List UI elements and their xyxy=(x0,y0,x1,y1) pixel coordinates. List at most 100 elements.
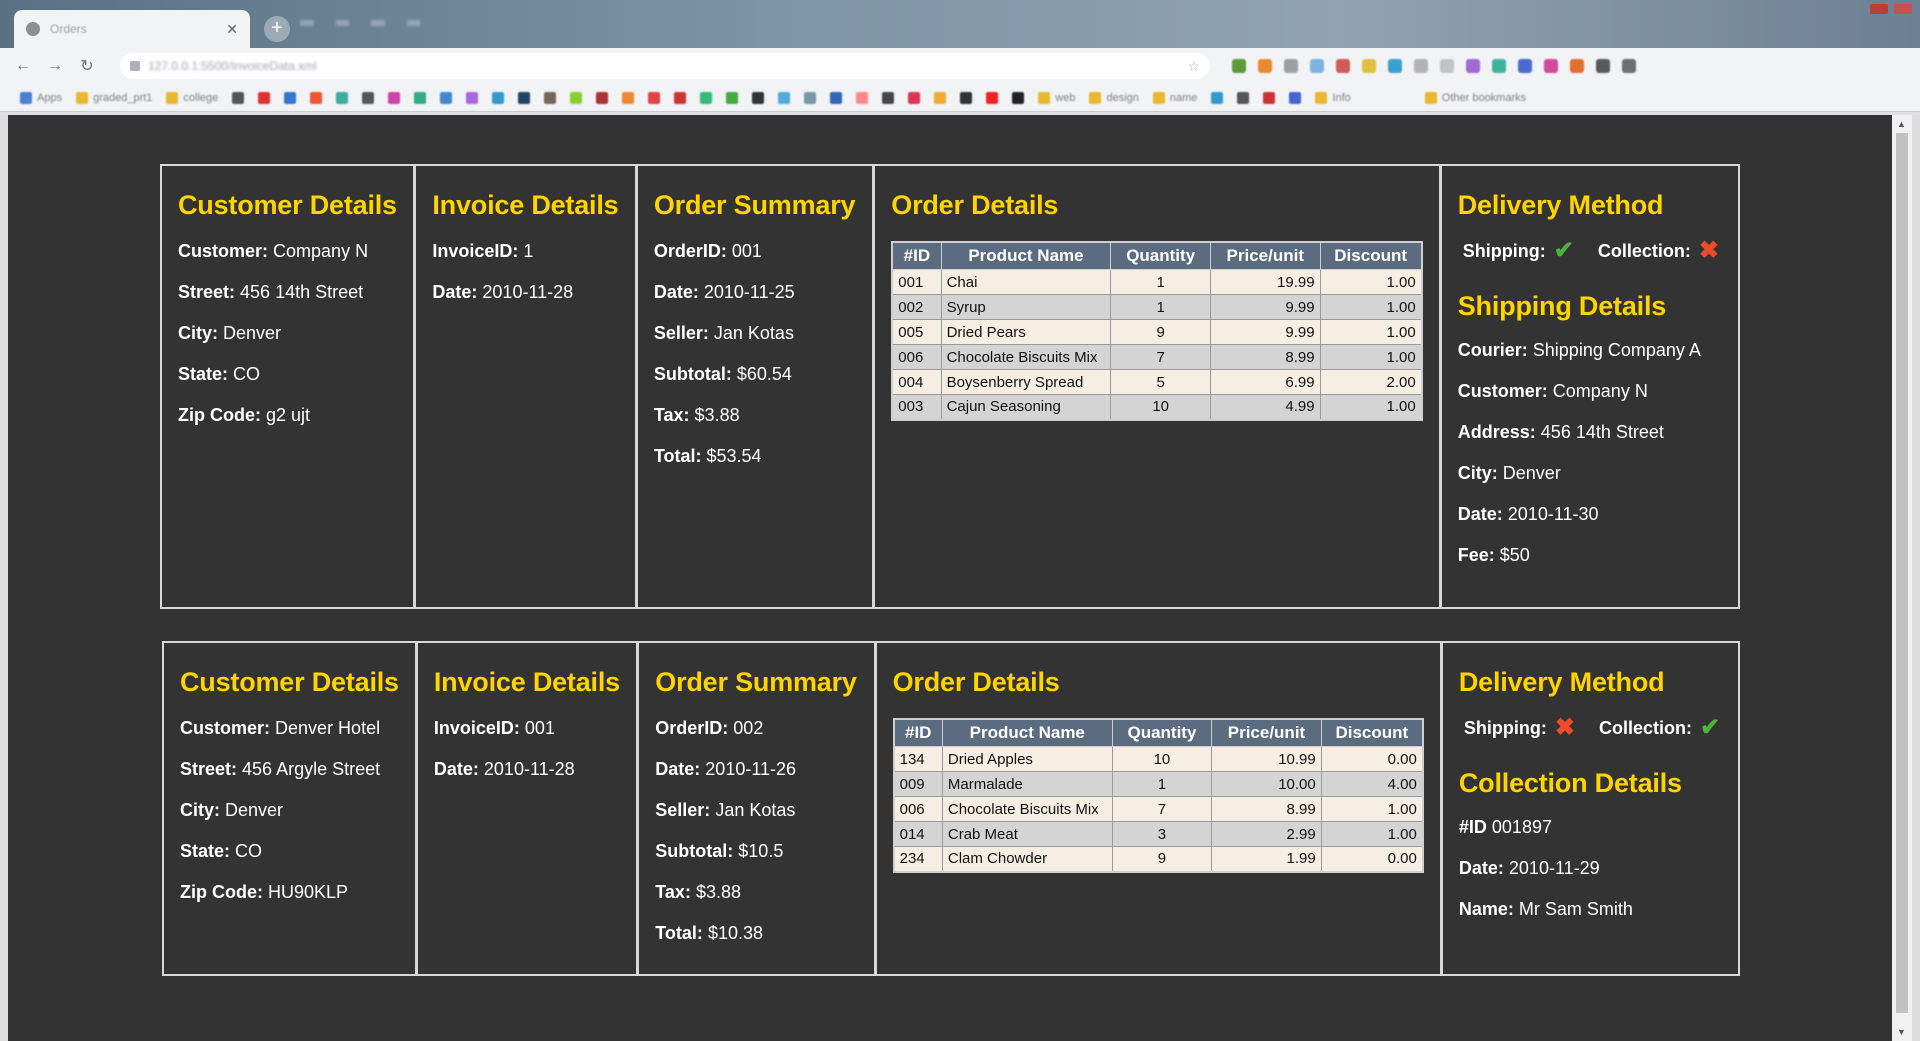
bookmark-icon[interactable] xyxy=(934,91,947,104)
customer-field: Customer: Company N xyxy=(178,241,369,261)
back-arrow-icon[interactable]: ← xyxy=(14,57,32,75)
delivery-flags: Shipping: ✔ Collection: ✖ xyxy=(1458,239,1722,263)
bookmark-icon[interactable] xyxy=(804,91,817,104)
extension-icon[interactable] xyxy=(1388,59,1402,73)
browser-toolbar: ← → ↻ 127.0.0.1:5500/InvoiceData.xml ☆ xyxy=(0,48,1920,84)
url-text[interactable]: 127.0.0.1:5500/InvoiceData.xml xyxy=(148,59,1179,73)
extension-icon[interactable] xyxy=(1544,59,1558,73)
forward-arrow-icon[interactable]: → xyxy=(46,57,64,75)
bookmark-icon[interactable] xyxy=(674,91,687,104)
bookmark-icon[interactable] xyxy=(596,91,609,104)
bookmark-icon[interactable] xyxy=(778,91,791,104)
minimize-button[interactable] xyxy=(1870,4,1888,14)
extension-icon[interactable] xyxy=(1362,59,1376,73)
panel-title: Delivery Method xyxy=(1458,667,1665,697)
table-row: 001 Chai 1 19.99 1.00 xyxy=(891,269,1423,295)
bookmark-icon[interactable] xyxy=(388,91,401,104)
bookmark-icon[interactable] xyxy=(1289,91,1302,104)
panel-title: Invoice Details xyxy=(433,667,620,697)
folder-icon xyxy=(1315,91,1328,104)
star-icon[interactable]: ☆ xyxy=(1187,58,1200,75)
scroll-down-arrow-icon[interactable]: ▼ xyxy=(1897,1027,1906,1037)
bookmark-icon[interactable] xyxy=(622,91,635,104)
profile-avatar[interactable] xyxy=(1596,59,1610,73)
vertical-scrollbar[interactable]: ▲ ▼ xyxy=(1892,115,1912,1041)
bookmark-icon[interactable] xyxy=(258,91,271,104)
bookmark-icon[interactable] xyxy=(362,91,375,104)
info-icon[interactable] xyxy=(130,61,140,71)
table-row: 004 Boysenberry Spread 5 6.99 2.00 xyxy=(891,369,1423,395)
extension-icon[interactable] xyxy=(1232,59,1246,73)
window-controls[interactable] xyxy=(1870,4,1912,14)
browser-chrome: Orders ✕ + ← → ↻ 127.0.0.1:5500/InvoiceD… xyxy=(0,0,1920,115)
bookmark-icon[interactable] xyxy=(1237,91,1250,104)
bookmark-icon[interactable] xyxy=(284,91,297,104)
bookmark-icon[interactable] xyxy=(518,91,531,104)
extension-icon[interactable] xyxy=(1492,59,1506,73)
bookmark-icon[interactable] xyxy=(908,91,921,104)
order-id-field: OrderID: 001 xyxy=(653,241,762,261)
new-tab-button[interactable]: + xyxy=(264,16,290,42)
close-icon[interactable]: ✕ xyxy=(226,21,238,38)
address-bar[interactable]: 127.0.0.1:5500/InvoiceData.xml ☆ xyxy=(120,53,1210,79)
extension-icon[interactable] xyxy=(1310,59,1324,73)
order-summary-panel: Order Summary OrderID: 002 Date: 2010-11… xyxy=(639,643,877,974)
bookmark-icon[interactable] xyxy=(440,91,453,104)
bookmark-icon[interactable] xyxy=(648,91,661,104)
reload-icon[interactable]: ↻ xyxy=(78,56,96,76)
bookmark-icon[interactable] xyxy=(726,91,739,104)
customer-details-panel: Customer Details Customer: Company N Str… xyxy=(162,166,417,607)
seller-field: Seller: Jan Kotas xyxy=(655,800,796,820)
total-field: Total: $53.54 xyxy=(653,446,762,466)
bookmark-item[interactable]: graded_prt1 xyxy=(76,91,152,104)
extension-icon[interactable] xyxy=(1414,59,1428,73)
customer-field: Customer: Denver Hotel xyxy=(180,718,381,738)
extension-icon[interactable] xyxy=(1518,59,1532,73)
tax-field: Tax: $3.88 xyxy=(655,882,742,902)
bookmark-icon[interactable] xyxy=(830,91,843,104)
bookmark-item[interactable]: Apps xyxy=(20,91,62,104)
tax-field: Tax: $3.88 xyxy=(653,405,740,425)
bookmark-icon[interactable] xyxy=(492,91,505,104)
browser-tab[interactable]: Orders ✕ xyxy=(14,10,250,48)
extension-icon[interactable] xyxy=(1466,59,1480,73)
extension-icon[interactable] xyxy=(1258,59,1272,73)
extension-icon[interactable] xyxy=(1570,59,1584,73)
folder-icon xyxy=(1038,91,1051,104)
globe-icon xyxy=(26,22,40,36)
street-field: Street: 456 14th Street xyxy=(178,282,364,302)
bookmark-icon[interactable] xyxy=(856,91,869,104)
bookmark-icon[interactable] xyxy=(752,91,765,104)
extension-icon[interactable] xyxy=(1336,59,1350,73)
bookmark-icon[interactable] xyxy=(700,91,713,104)
bookmark-icon[interactable] xyxy=(1012,91,1025,104)
bookmark-icon[interactable] xyxy=(960,91,973,104)
extension-icon[interactable] xyxy=(1440,59,1454,73)
bookmark-icon[interactable] xyxy=(986,91,999,104)
scrollbar-thumb[interactable] xyxy=(1896,133,1908,1013)
bookmark-icon[interactable] xyxy=(466,91,479,104)
extension-icon[interactable] xyxy=(1284,59,1298,73)
bookmark-icon[interactable] xyxy=(414,91,427,104)
bookmark-item[interactable]: name xyxy=(1152,91,1197,104)
other-bookmarks[interactable]: Other bookmarks xyxy=(1424,91,1526,104)
panel-title: Invoice Details xyxy=(432,190,619,220)
bookmark-item[interactable]: web xyxy=(1038,91,1075,104)
bookmark-icon[interactable] xyxy=(336,91,349,104)
bookmark-icon[interactable] xyxy=(570,91,583,104)
close-window-button[interactable] xyxy=(1894,4,1912,14)
bookmark-icon[interactable] xyxy=(1211,91,1224,104)
invoice-id-field: InvoiceID: 1 xyxy=(432,241,534,261)
menu-dots-icon[interactable] xyxy=(1622,59,1636,73)
bookmark-icon[interactable] xyxy=(544,91,557,104)
bookmark-item[interactable]: Info xyxy=(1315,91,1351,104)
bookmark-icon[interactable] xyxy=(1263,91,1276,104)
bookmark-icon[interactable] xyxy=(882,91,895,104)
bookmark-item[interactable]: design xyxy=(1089,91,1139,104)
bookmark-item[interactable]: college xyxy=(166,91,218,104)
scroll-up-arrow-icon[interactable]: ▲ xyxy=(1897,119,1906,129)
zip-field: Zip Code: g2 ujt xyxy=(178,405,311,425)
bookmark-icon[interactable] xyxy=(232,91,245,104)
column-header: Discount xyxy=(1320,718,1424,747)
bookmark-icon[interactable] xyxy=(310,91,323,104)
